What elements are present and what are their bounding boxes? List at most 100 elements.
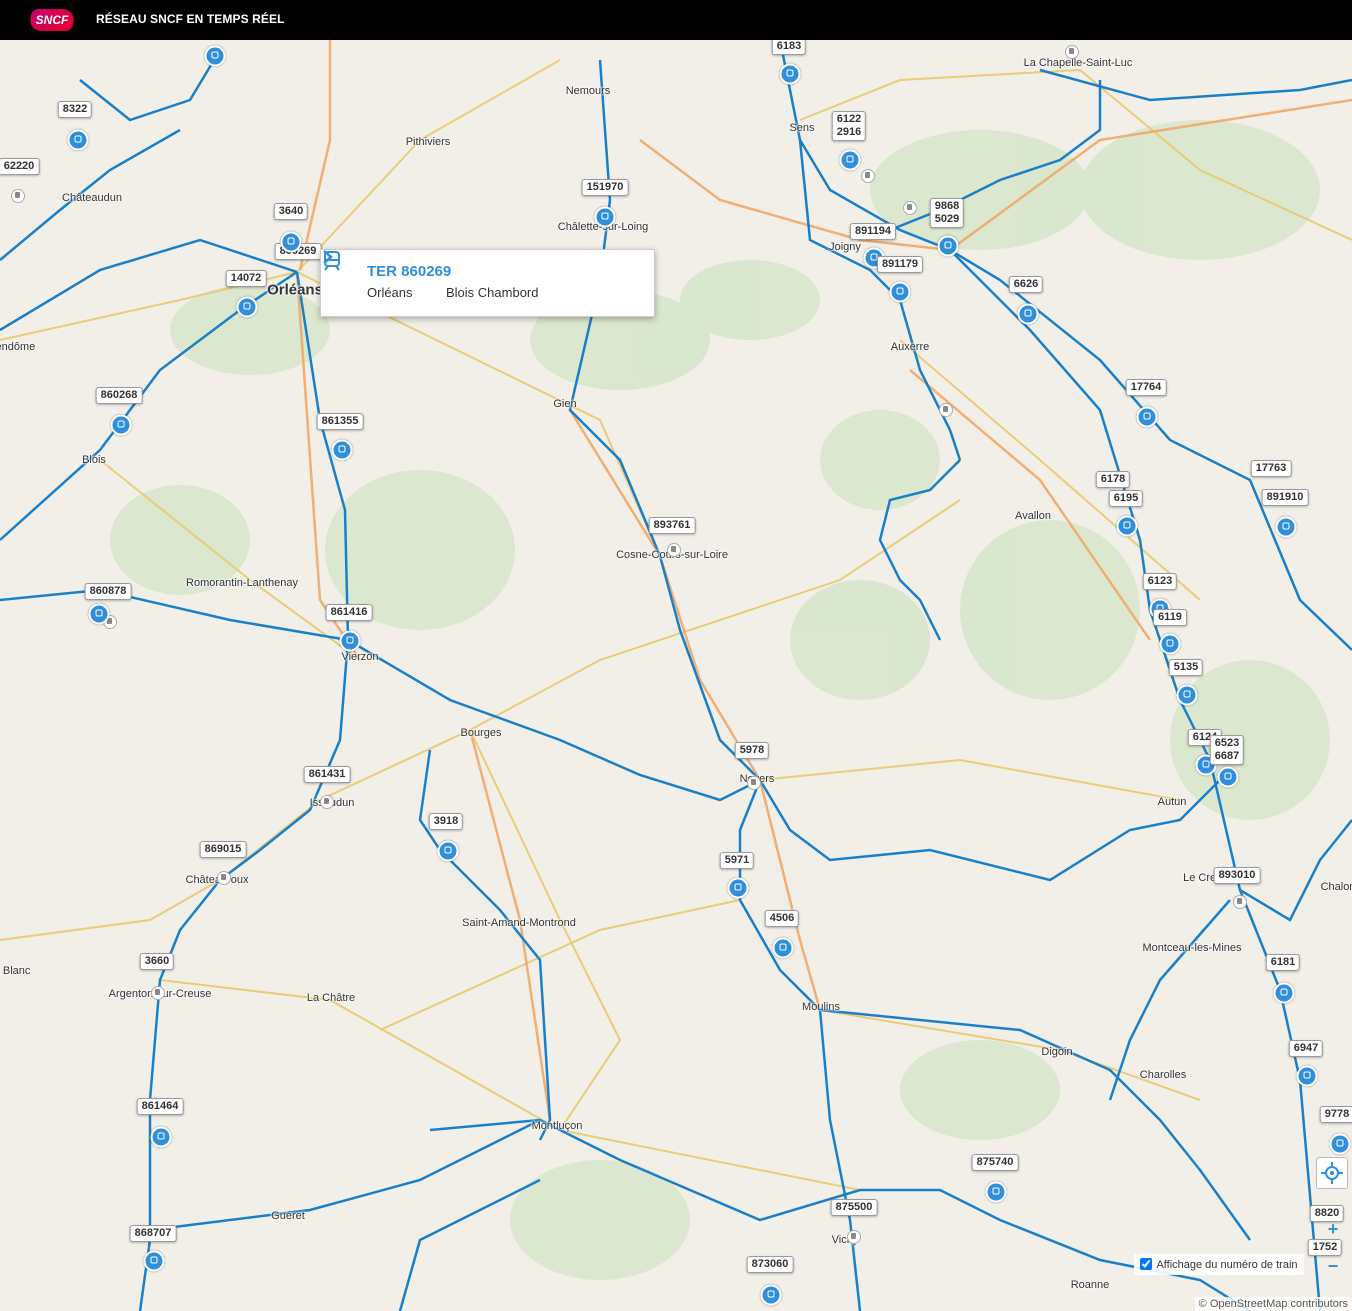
train-number-label[interactable]: 6183	[771, 40, 807, 55]
station-icon[interactable]	[667, 543, 681, 557]
train-icon[interactable]	[594, 206, 616, 228]
train-number-label[interactable]: 868707	[129, 1225, 177, 1242]
train-icon[interactable]	[889, 281, 911, 303]
map-attribution[interactable]: © OpenStreetMap contributors	[1194, 1297, 1352, 1311]
train-icon[interactable]	[1017, 303, 1039, 325]
train-number-label[interactable]: 3640	[273, 203, 309, 220]
train-number-label[interactable]: 5978	[734, 742, 770, 759]
train-icon[interactable]	[88, 603, 110, 625]
train-number-label[interactable]: 861431	[303, 766, 351, 783]
station-icon[interactable]	[747, 776, 761, 790]
train-number-toggle[interactable]: Affichage du numéro de train	[1134, 1254, 1304, 1275]
train-info-popup[interactable]: TER 860269 Orléans Blois Chambord	[320, 249, 655, 317]
train-icon[interactable]	[280, 231, 302, 253]
station-icon[interactable]	[1233, 895, 1247, 909]
train-number-label[interactable]: 860878	[84, 583, 132, 600]
train-number-label[interactable]: 5135	[1168, 659, 1204, 676]
train-icon[interactable]	[937, 235, 959, 257]
train-number-label[interactable]: 6195	[1108, 490, 1144, 507]
city-label: Digoin	[1041, 1046, 1073, 1058]
station-icon[interactable]	[847, 1230, 861, 1244]
train-icon[interactable]	[236, 296, 258, 318]
train-number-label[interactable]: 891194	[849, 223, 897, 240]
train-icon[interactable]	[1159, 633, 1181, 655]
train-number-label[interactable]: 3660	[139, 953, 175, 970]
train-number-label[interactable]: 6523 6687	[1209, 735, 1245, 765]
train-number-label[interactable]: 17764	[1125, 379, 1167, 396]
zoom-in-button[interactable]: +	[1321, 1217, 1345, 1241]
train-icon[interactable]	[1329, 1133, 1351, 1155]
train-number-label[interactable]: 6122 2916	[831, 111, 867, 141]
train-number-label[interactable]: 861464	[136, 1098, 184, 1115]
train-number-label[interactable]: 861355	[316, 413, 364, 430]
train-icon[interactable]	[143, 1250, 165, 1272]
train-number-checkbox[interactable]	[1140, 1258, 1152, 1270]
city-label: Châteaudun	[62, 192, 122, 204]
train-number-label[interactable]: 9778	[1319, 1106, 1352, 1123]
popup-origin: Orléans	[367, 285, 413, 300]
train-number-label[interactable]: 869015	[199, 841, 247, 858]
train-icon[interactable]	[760, 1284, 782, 1306]
train-number-label[interactable]: 17763	[1250, 460, 1292, 477]
train-icon[interactable]	[1217, 766, 1239, 788]
train-icon[interactable]	[339, 630, 361, 652]
train-number-label[interactable]: 875740	[971, 1154, 1019, 1171]
city-label: Le Blanc	[0, 965, 31, 977]
train-number-label[interactable]: 8322	[57, 101, 93, 118]
train-number-label[interactable]: 6947	[1288, 1040, 1324, 1057]
city-label: Autun	[1157, 796, 1187, 808]
train-number-label[interactable]: 6181	[1265, 954, 1301, 971]
station-icon[interactable]	[1065, 45, 1079, 59]
city-label: Blois	[82, 454, 106, 466]
zoom-out-button[interactable]: −	[1321, 1254, 1345, 1278]
city-label: Bourges	[460, 727, 502, 739]
train-number-label[interactable]: 893010	[1213, 867, 1261, 884]
train-number-label[interactable]: 4506	[764, 910, 800, 927]
map-canvas[interactable]: La Chapelle-Saint-Luc Nemours Sens Pithi…	[0, 40, 1352, 1311]
train-number-label[interactable]: 5971	[719, 852, 755, 869]
locate-button[interactable]	[1316, 1157, 1348, 1189]
station-icon[interactable]	[903, 201, 917, 215]
train-icon[interactable]	[1176, 684, 1198, 706]
train-icon[interactable]	[331, 439, 353, 461]
train-number-label[interactable]: 14072	[225, 270, 267, 287]
station-icon[interactable]	[861, 169, 875, 183]
train-number-label[interactable]: 891179	[876, 256, 924, 273]
train-number-label[interactable]: 873060	[746, 1256, 794, 1273]
train-number-label[interactable]: 62220	[0, 158, 40, 175]
train-number-label[interactable]: 9868 5029	[929, 198, 965, 228]
train-number-label[interactable]: 6123	[1142, 573, 1178, 590]
train-number-label[interactable]: 891910	[1261, 489, 1309, 506]
sncf-logo[interactable]: SNCF	[27, 9, 77, 31]
station-icon[interactable]	[151, 986, 165, 1000]
station-icon[interactable]	[320, 795, 334, 809]
train-icon[interactable]	[110, 414, 132, 436]
train-icon[interactable]	[437, 840, 459, 862]
train-icon[interactable]	[1116, 515, 1138, 537]
train-icon[interactable]	[727, 877, 749, 899]
train-number-label[interactable]: 151970	[581, 179, 629, 196]
page-title: RÉSEAU SNCF EN TEMPS RÉEL	[96, 12, 285, 26]
train-icon[interactable]	[150, 1126, 172, 1148]
train-icon[interactable]	[772, 937, 794, 959]
train-icon[interactable]	[985, 1181, 1007, 1203]
train-icon[interactable]	[1275, 516, 1297, 538]
train-icon[interactable]	[204, 45, 226, 67]
train-icon[interactable]	[1273, 982, 1295, 1004]
train-icon[interactable]	[67, 129, 89, 151]
train-number-label[interactable]: 6119	[1153, 609, 1187, 626]
train-number-label[interactable]: 6178	[1095, 471, 1131, 488]
train-number-label[interactable]: 893761	[648, 517, 696, 534]
train-icon[interactable]	[1296, 1065, 1318, 1087]
station-icon[interactable]	[11, 189, 25, 203]
train-number-label[interactable]: 3918	[428, 813, 464, 830]
train-number-label[interactable]: 860268	[95, 387, 143, 404]
train-number-label[interactable]: 875500	[830, 1199, 878, 1216]
train-icon[interactable]	[839, 149, 861, 171]
train-icon[interactable]	[1136, 406, 1158, 428]
train-icon[interactable]	[779, 63, 801, 85]
train-number-label[interactable]: 6626	[1008, 276, 1044, 293]
station-icon[interactable]	[217, 871, 231, 885]
train-number-label[interactable]: 861416	[325, 604, 373, 621]
station-icon[interactable]	[939, 403, 953, 417]
